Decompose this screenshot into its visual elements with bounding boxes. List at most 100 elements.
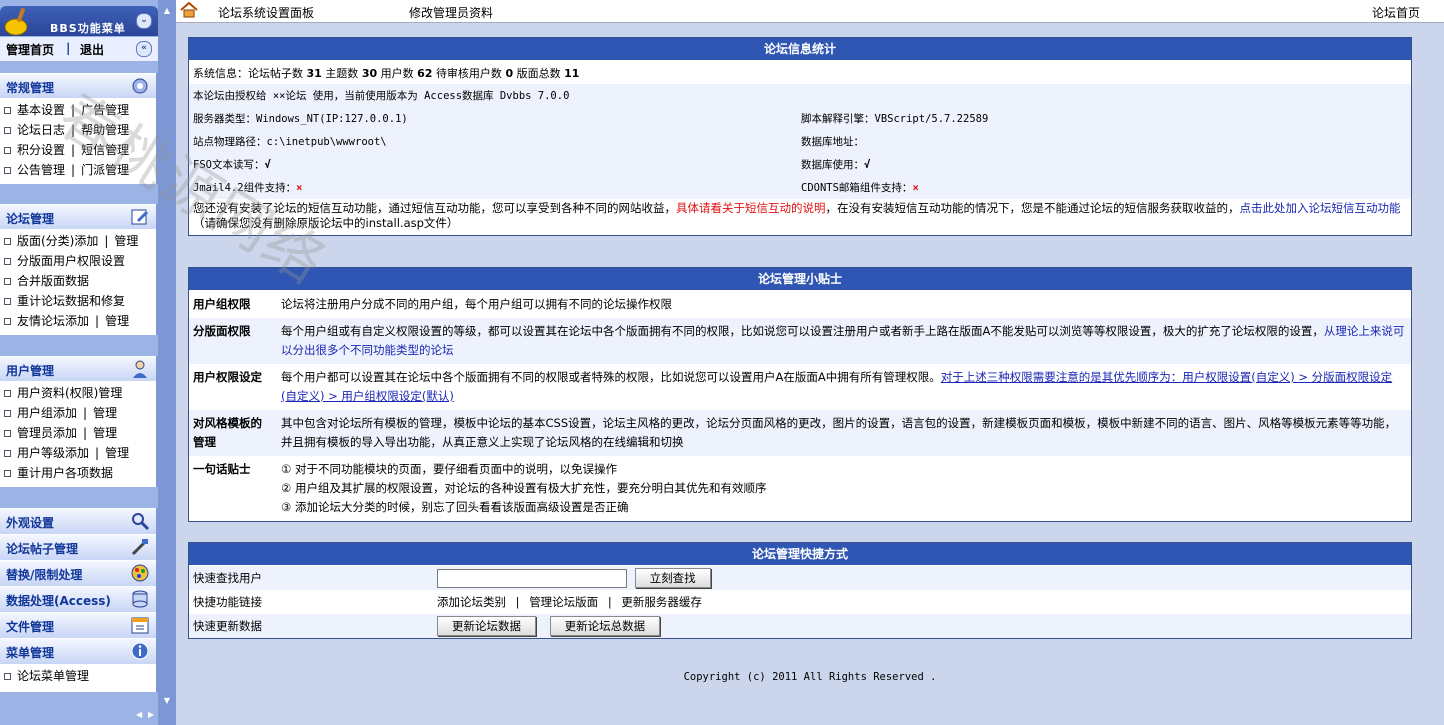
sysinfo-label: 系统信息： <box>193 67 248 80</box>
tip-text: 每个用户都可以设置其在论坛中各个版面拥有不同的权限或者特殊的权限，比如说您可以设… <box>277 364 1411 410</box>
menu-row: 公告管理 | 门派管理 <box>0 160 156 180</box>
system-info-row: 系统信息：论坛帖子数 31 主题数 30 用户数 62 待审核用户数 0 版面总… <box>189 61 1411 84</box>
add-category-link[interactable]: 添加论坛类别 <box>437 595 506 609</box>
stats-panel-title: 论坛信息统计 <box>189 38 1411 61</box>
menu-link-friend-forum-manage[interactable]: 管理 <box>105 314 129 328</box>
section-replace-limit[interactable]: 替换/限制处理 <box>0 560 156 586</box>
join-sms-link[interactable]: 点击此处加入论坛短信互动功能 <box>1240 201 1401 215</box>
magnifier-icon <box>132 513 150 531</box>
menu-link-recount-repair[interactable]: 重计论坛数据和修复 <box>17 294 125 308</box>
path-row: 站点物理路径：c:\inetpub\wwwroot\ 数据库地址： <box>189 130 1411 153</box>
settings-icon <box>132 78 148 94</box>
menu-link-merge-boards[interactable]: 合并版面数据 <box>17 274 89 288</box>
menu-link-forum-log[interactable]: 论坛日志 <box>17 123 65 137</box>
section-file-manage[interactable]: 文件管理 <box>0 612 156 638</box>
menu-link-help-manage[interactable]: 帮助管理 <box>81 123 129 137</box>
section-appearance[interactable]: 外观设置 <box>0 508 156 534</box>
menu-link-announce-manage[interactable]: 公告管理 <box>17 163 65 177</box>
scroll-down-icon[interactable]: ▼ <box>160 696 174 708</box>
update-total-data-button[interactable]: 更新论坛总数据 <box>549 616 661 636</box>
scroll-left-icon[interactable]: ◀ <box>136 710 142 719</box>
quick-row: 快速更新数据 更新论坛数据 更新论坛总数据 <box>189 614 1411 638</box>
home-icon[interactable] <box>180 2 198 18</box>
user-search-input[interactable] <box>437 569 627 588</box>
sms-text-3: （请确保您没有删除原版论坛中的install.asp文件） <box>193 216 459 230</box>
bullet-icon <box>4 278 11 285</box>
bullet-icon <box>4 410 11 417</box>
cdonts-label: CDONTS邮箱组件支持： <box>801 182 913 194</box>
item-separator: | <box>95 446 100 460</box>
section-header[interactable]: 用户管理 <box>0 356 156 381</box>
menu-link-board-manage[interactable]: 管理 <box>114 234 138 248</box>
menu-link-user-recount[interactable]: 重计用户各项数据 <box>17 466 113 480</box>
db-address: 数据库地址： <box>801 136 864 148</box>
site-path: 站点物理路径：c:\inetpub\wwwroot\ <box>193 136 387 148</box>
menu-link-level-manage[interactable]: 管理 <box>105 446 129 460</box>
section-header[interactable]: 论坛管理 <box>0 204 156 229</box>
menu-link-board-add[interactable]: 版面(分类)添加 <box>17 234 98 248</box>
menu-link-sms-manage[interactable]: 短信管理 <box>81 143 129 157</box>
bullet-icon <box>4 127 11 134</box>
menu-link-board-permissions[interactable]: 分版面用户权限设置 <box>17 254 125 268</box>
tip-body: 每个用户组或有自定义权限设置的等级，都可以设置其在论坛中各个版面拥有不同的权限，… <box>281 324 1324 338</box>
collapsed-sections: 外观设置 论坛帖子管理 替换/限制处理 数据处理(Access) 文件管理 菜单… <box>0 508 158 692</box>
palette-icon <box>131 564 149 582</box>
refresh-cache-link[interactable]: 更新服务器缓存 <box>621 595 702 609</box>
menu-link-forum-menu-manage[interactable]: 论坛菜单管理 <box>17 669 89 683</box>
quick-update-label: 快速更新数据 <box>193 619 262 633</box>
menu-link-level-add[interactable]: 用户等级添加 <box>17 446 89 460</box>
server-row: 服务器类型：Windows_NT(IP:127.0.0.1) 脚本解释引擎：VB… <box>189 107 1411 130</box>
tools-icon <box>131 539 148 556</box>
menu-link-clan-manage[interactable]: 门派管理 <box>81 163 129 177</box>
menu-link-usergroup-manage[interactable]: 管理 <box>93 406 117 420</box>
tip-label: 用户组权限 <box>193 297 251 311</box>
sms-info-link[interactable]: 具体请看关于短信互动的说明 <box>676 201 826 215</box>
tip-label: 分版面权限 <box>189 318 277 364</box>
forum-settings-panel-link[interactable]: 论坛系统设置面板 <box>218 4 314 21</box>
menu-link-basic-settings[interactable]: 基本设置 <box>17 103 65 117</box>
forum-home-link[interactable]: 论坛首页 <box>1372 4 1420 21</box>
sms-text-2: ，在没有安装短信互动功能的情况下，您是不能通过论坛的短信服务获取收益的， <box>825 201 1240 215</box>
menu-link-friend-forum-add[interactable]: 友情论坛添加 <box>17 314 89 328</box>
scroll-right-icon[interactable]: ▶ <box>148 710 154 719</box>
scroll-up-icon[interactable]: ▲ <box>160 6 174 18</box>
edit-icon <box>131 209 148 225</box>
menu-row: 版面(分类)添加 | 管理 <box>0 231 156 251</box>
db-use-check-icon: √ <box>864 159 871 171</box>
bullet-icon <box>4 147 11 154</box>
menu-row: 论坛菜单管理 <box>0 666 156 686</box>
collapse-menu-icon[interactable]: « <box>136 41 152 57</box>
fso-row: FSO文本读写：√ 数据库使用：√ <box>189 153 1411 176</box>
chevron-down-icon[interactable]: ⌄ <box>136 13 152 29</box>
update-forum-data-button[interactable]: 更新论坛数据 <box>437 616 536 636</box>
menu-row: 基本设置 | 广告管理 <box>0 100 156 120</box>
admin-home-link[interactable]: 管理首页 <box>6 41 54 58</box>
menu-link-admin-manage[interactable]: 管理 <box>93 426 117 440</box>
db-use-label: 数据库使用： <box>801 159 864 171</box>
section-menu-manage[interactable]: 菜单管理 <box>0 638 156 664</box>
manage-boards-link[interactable]: 管理论坛版面 <box>529 595 598 609</box>
tip-label: 用户权限设定 <box>193 370 262 384</box>
menu-link-ad-manage[interactable]: 广告管理 <box>81 103 129 117</box>
edit-admin-profile-link[interactable]: 修改管理员资料 <box>409 4 493 21</box>
menu-link-points-settings[interactable]: 积分设置 <box>17 143 65 157</box>
tip-body: 论坛将注册用户分成不同的用户组，每个用户组可以拥有不同的论坛操作权限 <box>281 297 672 311</box>
section-title: 用户管理 <box>6 364 55 378</box>
menu-link-usergroup-add[interactable]: 用户组添加 <box>17 406 77 420</box>
posts-count: 31 <box>306 67 322 80</box>
menu-link-admin-add[interactable]: 管理员添加 <box>17 426 77 440</box>
section-title: 替换/限制处理 <box>6 568 83 582</box>
users-count: 62 <box>417 67 433 80</box>
license-row: 本论坛由授权给 ××论坛 使用，当前使用版本为 Access数据库 Dvbbs … <box>189 84 1411 107</box>
menu-link-user-profile[interactable]: 用户资料(权限)管理 <box>17 386 122 400</box>
section-header[interactable]: 常规管理 <box>0 73 156 98</box>
logout-link[interactable]: 退出 <box>80 41 104 58</box>
menu-row: 友情论坛添加 | 管理 <box>0 311 156 331</box>
section-posts-manage[interactable]: 论坛帖子管理 <box>0 534 156 560</box>
topics-count: 30 <box>361 67 378 80</box>
tip-text: 论坛将注册用户分成不同的用户组，每个用户组可以拥有不同的论坛操作权限 <box>277 291 1411 318</box>
info-icon <box>131 642 149 660</box>
tips-table: 用户组权限 论坛将注册用户分成不同的用户组，每个用户组可以拥有不同的论坛操作权限… <box>189 291 1411 521</box>
section-data-process[interactable]: 数据处理(Access) <box>0 586 156 612</box>
search-now-button[interactable]: 立刻查找 <box>634 568 711 588</box>
